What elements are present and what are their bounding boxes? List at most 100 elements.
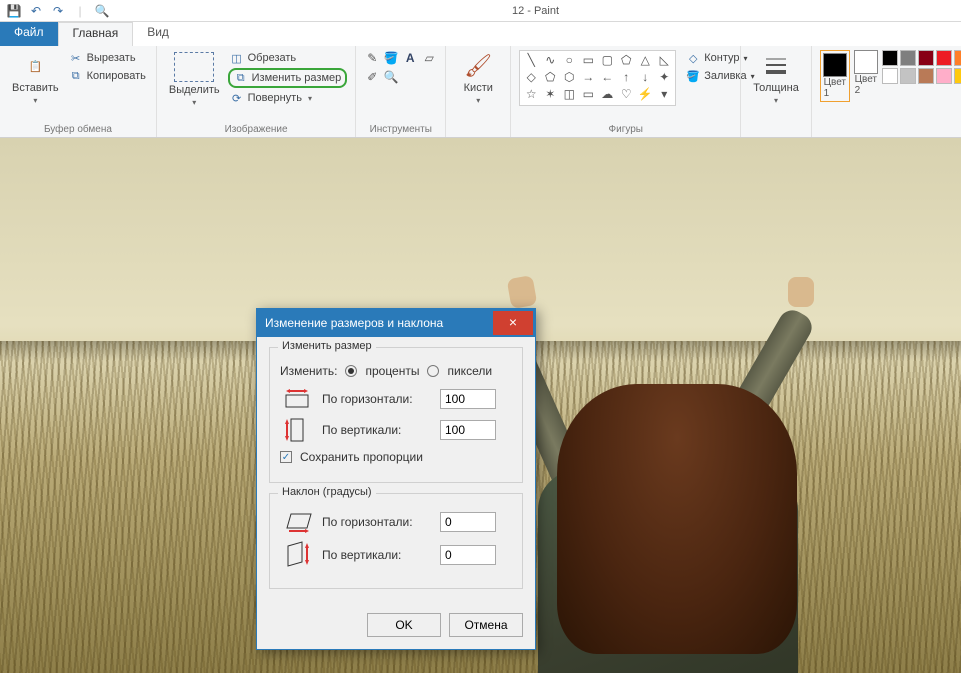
shape-bolt-icon: ⚡	[636, 87, 654, 103]
resize-h-input[interactable]	[440, 389, 496, 409]
chevron-down-icon: ▾	[192, 98, 196, 107]
preview-icon[interactable]: 🔍	[94, 3, 110, 19]
palette-swatch[interactable]	[936, 68, 952, 84]
group-image-label: Изображение	[165, 122, 347, 135]
resize-legend: Изменить размер	[278, 340, 376, 352]
resize-skew-dialog: Изменение размеров и наклона × Изменить …	[256, 308, 536, 650]
size-button[interactable]: Толщина ▾	[749, 50, 803, 107]
group-tools-label: Инструменты	[364, 122, 437, 135]
pencil-icon[interactable]: ✎	[364, 50, 380, 66]
dialog-title: Изменение размеров и наклона	[265, 316, 443, 330]
save-icon[interactable]: 💾	[6, 3, 22, 19]
brush-icon: 🖌	[464, 52, 492, 80]
eraser-icon[interactable]: ▱	[421, 50, 437, 66]
resize-h-label: По горизонтали:	[322, 392, 432, 406]
copy-button[interactable]: ⧉Копировать	[67, 68, 148, 84]
radio-pixels-label: пиксели	[447, 364, 492, 378]
palette-swatch[interactable]	[900, 50, 916, 66]
color2-swatch	[854, 50, 878, 74]
resize-v-label: По вертикали:	[322, 423, 432, 437]
ok-button[interactable]: OK	[367, 613, 441, 637]
palette-swatch[interactable]	[900, 68, 916, 84]
shape-hexagon-icon: ⬡	[560, 70, 578, 86]
window-title: 12 - Paint	[110, 5, 961, 17]
shapes-gallery[interactable]: ╲∿○▭▢⬠△◺ ◇⬠⬡→←↑↓✦ ☆✶◫▭☁♡⚡▾	[519, 50, 676, 106]
text-icon[interactable]: A	[402, 50, 418, 66]
tab-file[interactable]: Файл	[0, 22, 58, 46]
resize-button[interactable]: ⧉Изменить размер	[228, 68, 348, 88]
tab-home[interactable]: Главная	[58, 22, 134, 46]
tab-view[interactable]: Вид	[133, 22, 183, 46]
palette-swatch[interactable]	[954, 68, 961, 84]
quick-access-toolbar: 💾 ↶ ↷ | 🔍	[0, 3, 110, 19]
skew-v-input[interactable]	[440, 545, 496, 565]
redo-icon[interactable]: ↷	[50, 3, 66, 19]
group-colors: Цвет 1 Цвет 2	[812, 46, 961, 137]
paste-button[interactable]: 📋 Вставить ▾	[8, 50, 63, 107]
ribbon-tabs: Файл Главная Вид	[0, 22, 961, 46]
shape-callout2-icon: ▭	[579, 87, 597, 103]
palette-swatch[interactable]	[882, 50, 898, 66]
keep-aspect-checkbox[interactable]	[280, 451, 292, 463]
qat-divider: |	[72, 3, 88, 19]
canvas-area[interactable]: Изменение размеров и наклона × Изменить …	[0, 138, 961, 673]
group-brushes: 🖌 Кисти ▾	[446, 46, 511, 137]
shape-roundrect-icon: ▢	[598, 53, 616, 69]
color1-swatch	[823, 53, 847, 77]
outline-icon: ◇	[686, 51, 700, 65]
select-marquee-icon	[174, 52, 214, 82]
chevron-down-icon: ▾	[476, 96, 480, 105]
cancel-button[interactable]: Отмена	[449, 613, 523, 637]
brushes-button[interactable]: 🖌 Кисти ▾	[454, 50, 502, 107]
dialog-titlebar[interactable]: Изменение размеров и наклона ×	[257, 309, 535, 337]
group-tools: ✎ 🪣 A ▱ ✐ 🔍 Инструменты	[356, 46, 446, 137]
bucket-icon[interactable]: 🪣	[383, 50, 399, 66]
color1-button[interactable]: Цвет 1	[820, 50, 850, 102]
rotate-button[interactable]: ⟳Повернуть▾	[228, 90, 348, 106]
radio-pixels[interactable]	[427, 365, 439, 377]
resize-h-icon	[280, 388, 314, 410]
palette-swatch[interactable]	[936, 50, 952, 66]
radio-percent[interactable]	[345, 365, 357, 377]
magnify-icon[interactable]: 🔍	[383, 69, 399, 85]
fill-icon: 🪣	[686, 69, 700, 83]
color-palette[interactable]	[882, 50, 961, 84]
resize-v-icon	[280, 416, 314, 444]
palette-swatch[interactable]	[918, 50, 934, 66]
title-bar: 💾 ↶ ↷ | 🔍 12 - Paint	[0, 0, 961, 22]
skew-v-icon	[280, 540, 314, 570]
ribbon: 📋 Вставить ▾ ✂Вырезать ⧉Копировать Буфер…	[0, 46, 961, 138]
tools-grid: ✎ 🪣 A ▱ ✐ 🔍	[364, 50, 437, 85]
shape-arrowd-icon: ↓	[636, 70, 654, 86]
scissors-icon: ✂	[69, 51, 83, 65]
select-button[interactable]: Выделить ▾	[165, 50, 224, 109]
keep-aspect-label: Сохранить пропорции	[300, 450, 423, 464]
shape-arrowl-icon: ←	[598, 70, 616, 86]
shape-star5-icon: ☆	[522, 87, 540, 103]
shape-arrowu-icon: ↑	[617, 70, 635, 86]
group-size: Толщина ▾	[741, 46, 812, 137]
palette-swatch[interactable]	[954, 50, 961, 66]
shape-polygon-icon: ⬠	[617, 53, 635, 69]
picker-icon[interactable]: ✐	[364, 69, 380, 85]
resize-icon: ⧉	[234, 71, 248, 85]
cut-button[interactable]: ✂Вырезать	[67, 50, 148, 66]
undo-icon[interactable]: ↶	[28, 3, 44, 19]
size-lines-icon	[762, 52, 790, 80]
shape-curve-icon: ∿	[541, 53, 559, 69]
skew-legend: Наклон (градусы)	[278, 486, 376, 498]
paste-label: Вставить	[12, 82, 59, 94]
chevron-down-icon: ▾	[33, 96, 37, 105]
dialog-close-button[interactable]: ×	[493, 311, 533, 335]
skew-h-input[interactable]	[440, 512, 496, 532]
shape-cloud-icon: ☁	[598, 87, 616, 103]
color2-button[interactable]: Цвет 2	[854, 50, 878, 102]
palette-swatch[interactable]	[918, 68, 934, 84]
palette-swatch[interactable]	[882, 68, 898, 84]
crop-button[interactable]: ◫Обрезать	[228, 50, 348, 66]
shape-pentagon-icon: ⬠	[541, 70, 559, 86]
shape-star6-icon: ✶	[541, 87, 559, 103]
resize-v-input[interactable]	[440, 420, 496, 440]
rotate-icon: ⟳	[230, 91, 244, 105]
resize-fieldset: Изменить размер Изменить: проценты пиксе…	[269, 347, 523, 483]
